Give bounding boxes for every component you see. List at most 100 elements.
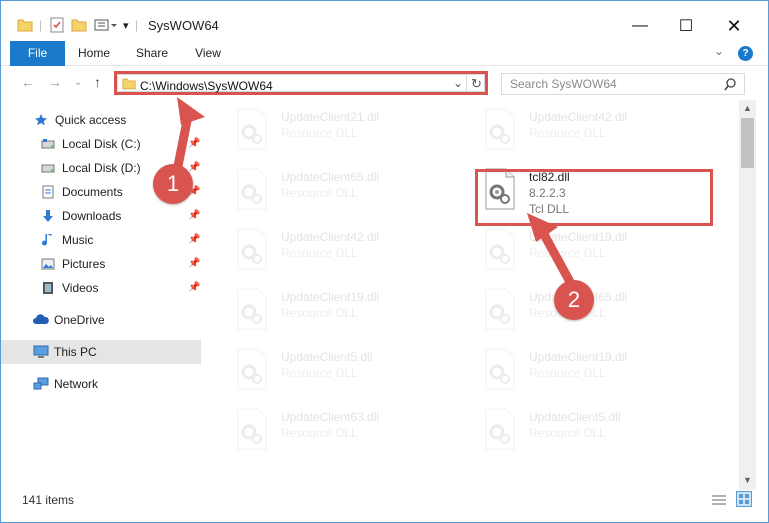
sidebar-item-label: Quick access — [55, 113, 127, 127]
computer-icon — [33, 345, 49, 358]
up-icon[interactable]: ↑ — [94, 74, 101, 90]
sidebar-item-label: Local Disk (C:) — [62, 137, 141, 151]
forward-icon[interactable]: → — [48, 74, 62, 90]
dll-file-icon — [485, 408, 515, 450]
explorer-window: | ▾ | SysWOW64 — ☐ ✕ File Home Share Vie… — [0, 0, 769, 523]
file-name: UpdateClient19.dll — [281, 290, 380, 304]
separator: | — [135, 18, 139, 32]
pin-icon[interactable]: 📌 — [188, 204, 200, 228]
scroll-up-icon[interactable]: ▲ — [743, 103, 752, 113]
cloud-icon — [33, 314, 49, 324]
sidebar-item-music[interactable]: Music 📌 — [1, 228, 201, 252]
pin-icon[interactable]: 📌 — [188, 132, 200, 156]
sidebar-item-downloads[interactable]: Downloads 📌 — [1, 204, 201, 228]
folder-icon — [17, 16, 33, 34]
details-view-icon[interactable] — [711, 494, 727, 506]
file-item[interactable]: UpdateClient21.dll Resource DLL — [221, 102, 456, 158]
file-item[interactable]: UpdateClient5.dll Resource DLL — [469, 402, 704, 458]
scroll-thumb[interactable] — [741, 118, 754, 168]
large-icons-view-icon[interactable] — [736, 491, 752, 507]
network-icon — [33, 377, 49, 390]
sidebar-item-label: Videos — [62, 281, 99, 295]
vertical-scrollbar[interactable]: ▲ ▼ — [739, 100, 756, 490]
separator: | — [39, 18, 43, 32]
chevron-down-icon[interactable]: ▾ — [123, 16, 129, 34]
sidebar-item-onedrive[interactable]: OneDrive — [1, 308, 201, 332]
dll-file-icon — [237, 408, 267, 450]
address-field[interactable]: C:\Windows\SysWOW64 ⌄ ↻ — [117, 74, 485, 93]
window-title: SysWOW64 — [148, 18, 219, 33]
help-icon[interactable]: ? — [738, 46, 753, 61]
tab-home[interactable]: Home — [72, 41, 116, 66]
file-list: UpdateClient21.dll Resource DLL UpdateCl… — [216, 100, 738, 490]
sidebar-item-label: Music — [62, 233, 94, 247]
address-dropdown-icon[interactable]: ⌄ — [453, 76, 463, 90]
search-icon[interactable] — [724, 78, 737, 91]
file-item[interactable]: UpdateClient42.dll Resource DLL — [221, 222, 456, 278]
music-icon — [42, 234, 52, 246]
file-item[interactable]: UpdateClient65.dll Resource DLL — [221, 162, 456, 218]
recent-locations-icon[interactable]: ⌄ — [74, 77, 82, 88]
minimize-button[interactable]: — — [617, 11, 663, 41]
dll-file-icon — [485, 348, 515, 390]
sidebar-item-pictures[interactable]: Pictures 📌 — [1, 252, 201, 276]
tab-share[interactable]: Share — [129, 41, 175, 66]
file-type: Resource DLL — [529, 426, 606, 440]
sidebar-item-this-pc[interactable]: This PC — [1, 340, 201, 364]
folder-icon — [122, 78, 136, 90]
maximize-button[interactable]: ☐ — [663, 11, 709, 41]
step-badge-2: 2 — [554, 280, 594, 320]
dll-file-icon — [237, 348, 267, 390]
pin-icon[interactable]: 📌 — [188, 276, 200, 300]
file-name: UpdateClient65.dll — [281, 170, 380, 184]
file-name: UpdateClient19.dll — [529, 230, 628, 244]
sidebar-item-quick-access[interactable]: Quick access — [1, 108, 201, 132]
dll-file-icon — [485, 288, 515, 330]
address-bar[interactable]: C:\Windows\SysWOW64 ⌄ ↻ — [114, 71, 488, 95]
status-bar: 141 items — [1, 490, 768, 512]
highlight-box — [475, 169, 713, 226]
file-item[interactable]: UpdateClient63.dll Resource DLL — [221, 402, 456, 458]
address-text[interactable]: C:\Windows\SysWOW64 — [140, 79, 273, 93]
refresh-icon[interactable]: ↻ — [471, 76, 482, 92]
file-item[interactable]: UpdateClient19.dll Resource DLL — [221, 282, 456, 338]
file-name: UpdateClient19.dll — [529, 350, 628, 364]
properties-icon[interactable] — [49, 16, 65, 34]
file-name: UpdateClient5.dll — [281, 350, 373, 364]
close-button[interactable]: ✕ — [711, 11, 757, 41]
sidebar-item-label: Downloads — [62, 209, 122, 223]
file-item[interactable]: UpdateClient42.dll Resource DLL — [469, 102, 704, 158]
sidebar-item-label: Network — [54, 377, 99, 391]
videos-icon — [43, 282, 53, 294]
pin-icon[interactable]: 📌 — [188, 228, 200, 252]
dll-file-icon — [237, 168, 267, 210]
item-count: 141 items — [22, 493, 75, 507]
back-icon[interactable]: ← — [21, 74, 35, 90]
pictures-icon — [41, 258, 55, 270]
customize-toolbar-icon[interactable] — [94, 16, 118, 34]
file-name: UpdateClient21.dll — [281, 110, 380, 124]
dll-file-icon — [237, 288, 267, 330]
dll-file-icon — [485, 228, 515, 270]
pin-icon[interactable]: 📌 — [188, 252, 200, 276]
search-input[interactable]: Search SysWOW64 — [501, 73, 745, 95]
file-item[interactable]: UpdateClient19.dll Resource DLL — [469, 342, 704, 398]
sidebar-item-label: Pictures — [62, 257, 106, 271]
file-name: UpdateClient42.dll — [281, 230, 380, 244]
file-type: Resource DLL — [529, 366, 606, 380]
dll-file-icon — [485, 108, 515, 150]
sidebar-item-local-disk-c[interactable]: Local Disk (C:) 📌 — [1, 132, 201, 156]
scroll-down-icon[interactable]: ▼ — [743, 475, 752, 485]
expand-ribbon-icon[interactable]: ⌄ — [714, 44, 724, 58]
new-folder-icon[interactable] — [71, 16, 87, 34]
tab-view[interactable]: View — [187, 41, 229, 66]
navigation-bar: ← → ⌄ ↑ C:\Windows\SysWOW64 ⌄ ↻ Search S… — [1, 66, 768, 100]
file-item[interactable]: UpdateClient19.dll Resource DLL — [469, 222, 704, 278]
file-type: Resource DLL — [281, 246, 358, 260]
sidebar-item-videos[interactable]: Videos 📌 — [1, 276, 201, 300]
sidebar-item-network[interactable]: Network — [1, 372, 201, 396]
file-item[interactable]: UpdateClient5.dll Resource DLL — [221, 342, 456, 398]
title-bar: | ▾ | SysWOW64 — ☐ ✕ — [1, 1, 768, 41]
divider — [466, 74, 467, 92]
navigation-pane: Quick access Local Disk (C:) 📌 Local Dis… — [1, 100, 206, 490]
